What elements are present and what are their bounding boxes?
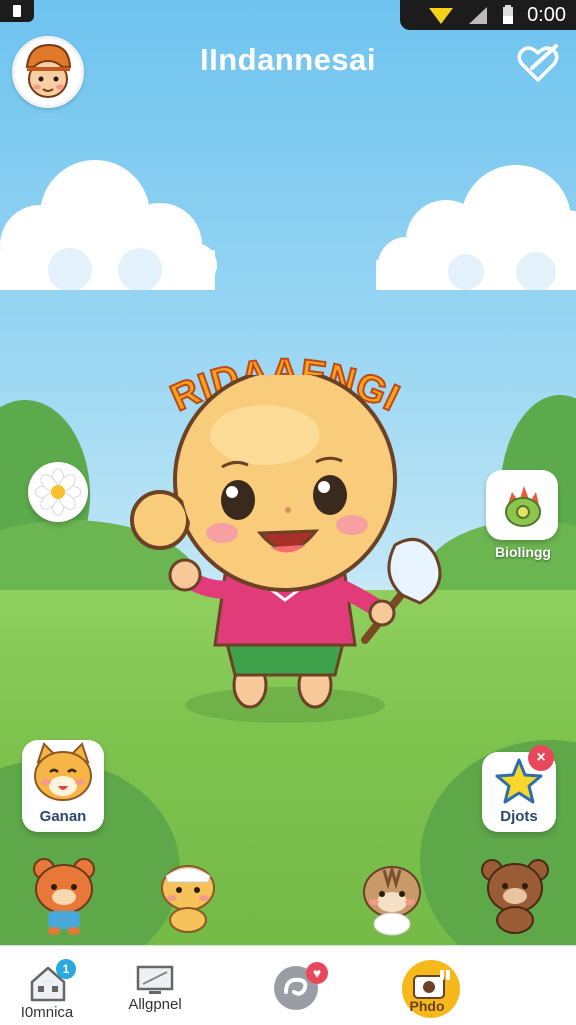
- heart-badge-icon: ♥: [306, 962, 328, 984]
- sprout-icon: [505, 486, 541, 527]
- app-title: IIndannesai: [199, 42, 377, 77]
- main-character[interactable]: [130, 375, 460, 725]
- biolingg-button[interactable]: [486, 470, 558, 540]
- notification-icon: [13, 5, 21, 17]
- nav-item-swirl[interactable]: ♥: [242, 946, 352, 1025]
- bottom-nav: 1 I0mnica Allgpnel ♥ Phdo: [0, 945, 576, 1025]
- wifi-icon: [429, 8, 454, 24]
- ganan-label: Ganan: [39, 808, 87, 825]
- status-indicators: 0:00: [400, 0, 576, 30]
- brown-bear-friend-icon[interactable]: [478, 856, 552, 936]
- game-scene: RIDAAENGI: [0, 0, 576, 945]
- cloud-right: [376, 165, 576, 290]
- nav-item-home[interactable]: 1 I0mnica: [0, 946, 102, 1025]
- close-badge[interactable]: ×: [528, 745, 554, 771]
- biolingg-label: Biolingg: [495, 544, 551, 560]
- monitor-icon: [136, 965, 174, 994]
- ganan-button[interactable]: Ganan: [22, 740, 104, 832]
- heart-check-icon: [517, 44, 559, 82]
- signal-icon: [469, 7, 488, 24]
- dog-friend-icon[interactable]: [150, 858, 226, 938]
- flower-icon: [34, 468, 82, 516]
- nav-label-home: I0mnica: [20, 1004, 74, 1021]
- home-badge: 1: [56, 959, 76, 979]
- battery-icon: [503, 5, 514, 24]
- nav-label-photo: Phdo: [409, 998, 445, 1014]
- nav-item-monitor[interactable]: Allgpnel: [100, 946, 210, 1025]
- nav-label-monitor: Allgpnel: [128, 996, 182, 1013]
- camera-icon: [413, 970, 450, 999]
- nav-item-photo[interactable]: Phdo: [372, 946, 482, 1025]
- djots-label: Djots: [500, 808, 538, 825]
- flower-button[interactable]: [28, 462, 88, 522]
- cat-face-icon: [34, 742, 92, 801]
- favorite-button[interactable]: [514, 40, 562, 88]
- hamster-friend-icon[interactable]: [352, 860, 432, 938]
- status-notch: [0, 0, 34, 22]
- status-bar: 0:00: [0, 0, 576, 30]
- bear-friend-icon[interactable]: [26, 855, 106, 937]
- cloud-left: [0, 160, 217, 290]
- status-time: 0:00: [527, 3, 566, 26]
